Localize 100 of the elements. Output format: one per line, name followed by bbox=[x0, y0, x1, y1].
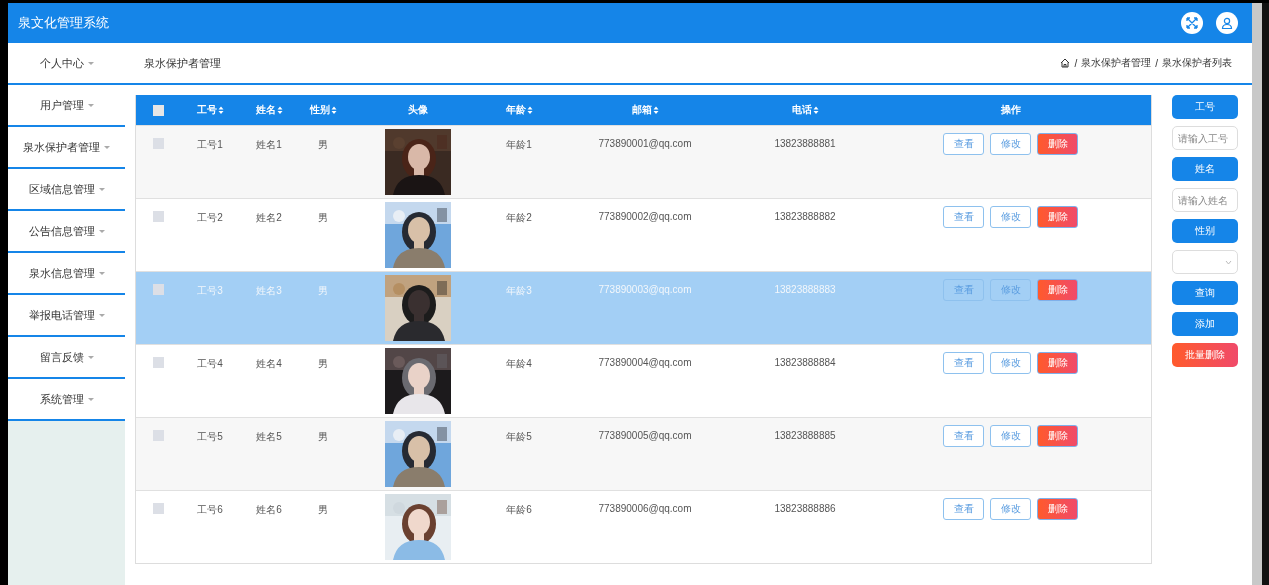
table-cell-text: 工号2 bbox=[197, 211, 223, 225]
sidebar-item[interactable]: 泉水保护者管理 bbox=[8, 127, 125, 169]
table-cell-text: 男 bbox=[318, 430, 328, 444]
table-row[interactable]: 工号3 姓名3 男 年龄3 773890003@qq.com 13823888883 查看 修改 删除 bbox=[136, 271, 1151, 344]
table-cell-text: 姓名3 bbox=[256, 284, 282, 298]
table-cell-text: 年龄5 bbox=[506, 430, 532, 444]
row-checkbox[interactable] bbox=[152, 503, 164, 514]
sidebar-item[interactable]: 系统管理 bbox=[8, 379, 125, 421]
table-cell-text: 男 bbox=[318, 284, 328, 298]
table-cell-text: 13823888883 bbox=[774, 284, 836, 297]
scrollbar[interactable] bbox=[1252, 3, 1269, 585]
table-cell-text: 姓名1 bbox=[256, 138, 282, 152]
breadcrumb-separator: / bbox=[1074, 57, 1078, 69]
action-button[interactable]: 查看 bbox=[943, 425, 984, 447]
table-cell-text: 年龄3 bbox=[506, 284, 532, 298]
input-field[interactable]: 请输入姓名 bbox=[1172, 188, 1238, 212]
table-cell-text: 13823888885 bbox=[774, 430, 836, 443]
sidebar-item[interactable]: 泉水信息管理 bbox=[8, 253, 125, 295]
action-button[interactable]: 修改 bbox=[990, 498, 1031, 520]
action-button[interactable]: 修改 bbox=[990, 133, 1031, 155]
action-button[interactable]: 修改 bbox=[990, 352, 1031, 374]
row-checkbox[interactable] bbox=[152, 284, 164, 295]
table-cell-text: 姓名4 bbox=[256, 357, 282, 371]
table-cell-text: 工号1 bbox=[197, 138, 223, 152]
table-cell-text: 男 bbox=[318, 211, 328, 225]
table-cell-text: 男 bbox=[318, 357, 328, 371]
column-header[interactable]: 邮箱 bbox=[631, 103, 659, 117]
table-cell-text: 773890004@qq.com bbox=[598, 357, 692, 370]
table-cell-text: 13823888886 bbox=[774, 503, 836, 516]
table-cell-text: 13823888882 bbox=[774, 211, 836, 224]
field-label[interactable]: 性别 bbox=[1172, 219, 1238, 243]
table-cell-text: 男 bbox=[318, 503, 328, 517]
field-label[interactable]: 工号 bbox=[1172, 95, 1238, 119]
app-title: 泉文化管理系统 bbox=[18, 14, 109, 32]
home-icon[interactable] bbox=[1060, 58, 1071, 68]
table-cell-text: 工号4 bbox=[197, 357, 223, 371]
row-checkbox[interactable] bbox=[152, 357, 164, 368]
breadcrumb-item[interactable]: 泉水保护者管理 bbox=[1081, 56, 1152, 70]
table-cell-text: 773890006@qq.com bbox=[598, 503, 692, 516]
sidebar-item[interactable]: 区域信息管理 bbox=[8, 169, 125, 211]
table-cell-text: 13823888881 bbox=[774, 138, 836, 151]
sort-icon[interactable] bbox=[652, 105, 659, 115]
row-checkbox[interactable] bbox=[152, 430, 164, 441]
table-row[interactable]: 工号1 姓名1 男 年龄1 773890001@qq.com 13823888881 查看 修改 删除 bbox=[136, 125, 1151, 198]
field-label[interactable]: 姓名 bbox=[1172, 157, 1238, 181]
action-button[interactable]: 修改 bbox=[990, 425, 1031, 447]
column-header[interactable]: 年龄 bbox=[505, 103, 533, 117]
delete-button[interactable]: 删除 bbox=[1037, 352, 1078, 374]
fullscreen-icon[interactable] bbox=[1181, 12, 1203, 34]
row-checkbox[interactable] bbox=[152, 138, 164, 149]
delete-button[interactable]: 删除 bbox=[1037, 206, 1078, 228]
action-button[interactable]: 查看 bbox=[943, 352, 984, 374]
row-checkbox[interactable] bbox=[152, 211, 164, 222]
table-cell-text: 工号5 bbox=[197, 430, 223, 444]
table-cell-text: 男 bbox=[318, 138, 328, 152]
input-field[interactable]: 请输入工号 bbox=[1172, 126, 1238, 150]
column-header[interactable]: 电话 bbox=[791, 103, 819, 117]
table-cell-text: 年龄6 bbox=[506, 503, 532, 517]
sidebar-item[interactable]: 个人中心 bbox=[8, 43, 125, 85]
sidebar-item[interactable]: 用户管理 bbox=[8, 85, 125, 127]
table-cell-text: 年龄2 bbox=[506, 211, 532, 225]
action-button[interactable]: 查询 bbox=[1172, 281, 1238, 305]
sidebar-item[interactable]: 公告信息管理 bbox=[8, 211, 125, 253]
table-cell-text: 年龄1 bbox=[506, 138, 532, 152]
table-cell-text: 773890003@qq.com bbox=[598, 284, 692, 297]
delete-button[interactable]: 删除 bbox=[1037, 133, 1078, 155]
sidebar-item[interactable]: 留言反馈 bbox=[8, 337, 125, 379]
breadcrumb-item[interactable]: 泉水保护者列表 bbox=[1162, 56, 1232, 70]
action-button[interactable]: 查看 bbox=[943, 498, 984, 520]
action-button[interactable]: 查看 bbox=[943, 206, 984, 228]
delete-button[interactable]: 删除 bbox=[1037, 279, 1078, 301]
column-header[interactable]: 工号 bbox=[196, 103, 224, 117]
column-header[interactable]: 姓名 bbox=[255, 103, 283, 117]
sort-icon[interactable] bbox=[276, 105, 283, 115]
delete-button[interactable]: 删除 bbox=[1037, 498, 1078, 520]
page-title: 泉水保护者管理 bbox=[144, 55, 221, 71]
delete-button[interactable]: 删除 bbox=[1037, 425, 1078, 447]
table-cell-text: 姓名2 bbox=[256, 211, 282, 225]
select-field[interactable] bbox=[1172, 250, 1238, 274]
sort-icon[interactable] bbox=[217, 105, 224, 115]
batch-delete-button[interactable]: 批量删除 bbox=[1172, 343, 1238, 367]
breadcrumb-separator: / bbox=[1155, 57, 1158, 69]
sort-icon[interactable] bbox=[812, 105, 819, 115]
table-cell-text: 姓名5 bbox=[256, 430, 282, 444]
table-cell-text: 773890001@qq.com bbox=[598, 138, 692, 151]
column-header: 操作 bbox=[1000, 103, 1021, 117]
user-icon[interactable] bbox=[1216, 12, 1238, 34]
column-header[interactable]: 性别 bbox=[309, 103, 337, 117]
sidebar-item[interactable]: 举报电话管理 bbox=[8, 295, 125, 337]
sort-icon[interactable] bbox=[330, 105, 337, 115]
select-all-checkbox[interactable] bbox=[152, 104, 164, 116]
table-row[interactable]: 工号6 姓名6 男 年龄6 773890006@qq.com 13823888886 查看 修改 删除 bbox=[136, 490, 1151, 563]
table-cell-text: 工号6 bbox=[197, 503, 223, 517]
action-button[interactable]: 添加 bbox=[1172, 312, 1238, 336]
table-cell-text: 工号3 bbox=[197, 284, 223, 298]
table-row[interactable]: 工号5 姓名5 男 年龄5 773890005@qq.com 13823888885 查看 修改 删除 bbox=[136, 417, 1151, 490]
table-cell-text: 年龄4 bbox=[506, 357, 532, 371]
action-button[interactable]: 修改 bbox=[990, 206, 1031, 228]
sort-icon[interactable] bbox=[526, 105, 533, 115]
action-button[interactable]: 查看 bbox=[943, 133, 984, 155]
